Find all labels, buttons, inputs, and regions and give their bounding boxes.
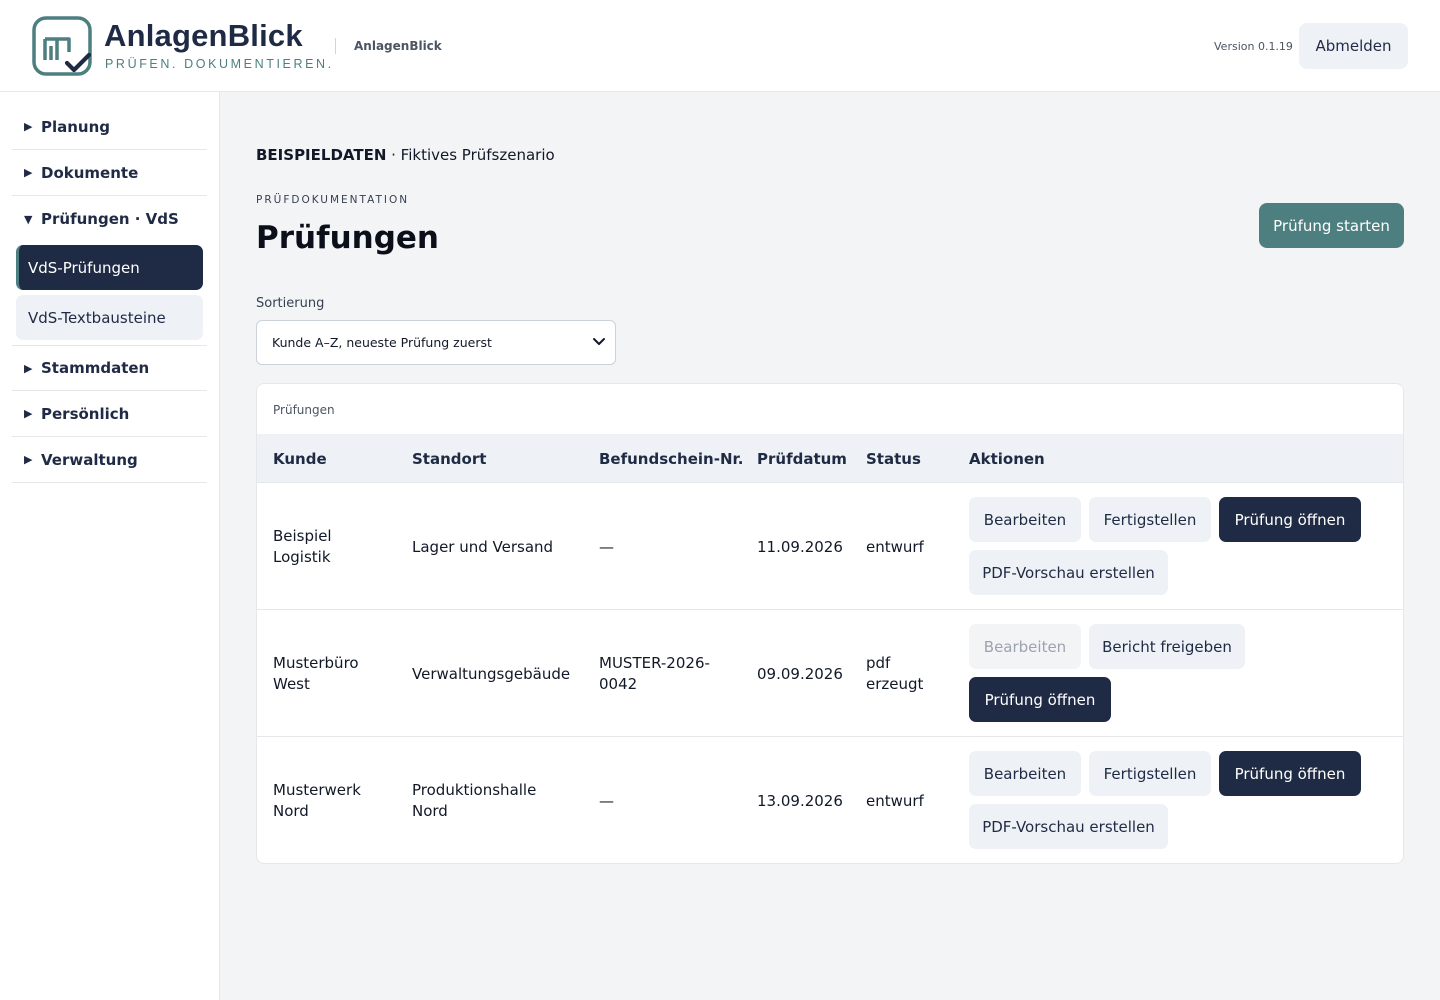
sidebar-group-label: Stammdaten <box>41 359 150 377</box>
sidebar-group-planung[interactable]: ▶ Planung <box>12 104 207 150</box>
column-header-standort: Standort <box>412 450 487 468</box>
sort-select[interactable]: Kunde A–Z, neueste Prüfung zuerst <box>256 320 616 365</box>
table-row: Musterbüro West Verwaltungsgebäude MUSTE… <box>257 610 1403 737</box>
column-header-aktionen: Aktionen <box>969 450 1045 468</box>
cell-kunde: Musterbüro West <box>273 654 359 693</box>
header-app-name: AnlagenBlick <box>354 39 442 53</box>
cell-pruefdatum: 11.09.2026 <box>757 538 843 556</box>
sidebar-group-label: Persönlich <box>41 404 130 423</box>
sidebar-group-pruefungen[interactable]: ▼ Prüfungen · VdS <box>12 196 207 242</box>
header-divider <box>335 38 336 54</box>
edit-button[interactable]: Bearbeiten <box>969 751 1081 796</box>
chevron-down-icon <box>593 338 605 345</box>
finalize-button[interactable]: Fertigstellen <box>1089 751 1211 796</box>
cell-standort: Lager und Versand <box>412 538 554 556</box>
caret-right-icon: ▶ <box>24 120 33 133</box>
cell-befundschein: MUSTER-2026-0042 <box>599 654 710 693</box>
cell-standort: Produktionshalle Nord <box>412 781 537 820</box>
caret-right-icon: ▶ <box>24 407 33 420</box>
sidebar-group-label: Planung <box>41 117 111 136</box>
table-row: Musterwerk Nord Produktionshalle Nord — … <box>257 737 1403 863</box>
demo-data-notice: BEISPIELDATEN · Fiktives Prüfszenario <box>256 146 555 164</box>
demo-badge: BEISPIELDATEN <box>256 146 387 164</box>
app-header: AnlagenBlick PRÜFEN. DOKUMENTIEREN. Anla… <box>0 0 1440 92</box>
cell-status: entwurf <box>866 792 924 810</box>
page-eyebrow: PRÜFDOKUMENTATION <box>256 194 410 206</box>
start-inspection-button[interactable]: Prüfung starten <box>1259 203 1404 248</box>
column-header-befundschein: Befundschein-Nr. <box>599 450 744 468</box>
cell-status: pdf erzeugt <box>866 654 924 693</box>
finalize-button[interactable]: Fertigstellen <box>1089 497 1211 542</box>
table-header: Kunde Standort Befundschein-Nr. Prüfdatu… <box>257 434 1403 483</box>
cell-befundschein: — <box>599 538 614 556</box>
sidebar-group-dokumente[interactable]: ▶ Dokumente <box>12 150 207 196</box>
sidebar-group-verwaltung[interactable]: ▶ Verwaltung <box>12 437 207 483</box>
cell-kunde: Beispiel Logistik <box>273 527 332 566</box>
logo-mark-icon <box>32 16 92 76</box>
column-header-kunde: Kunde <box>273 450 327 468</box>
inspections-table-card: Prüfungen Kunde Standort Befundschein-Nr… <box>256 383 1404 864</box>
caret-right-icon: ▶ <box>24 166 33 179</box>
open-inspection-button[interactable]: Prüfung öffnen <box>969 677 1111 722</box>
page-title: Prüfungen <box>256 220 439 256</box>
sidebar-item-vds-textbausteine[interactable]: VdS-Textbausteine <box>16 295 203 340</box>
cell-pruefdatum: 13.09.2026 <box>757 792 843 810</box>
demo-text: · Fiktives Prüfszenario <box>386 146 555 164</box>
sort-label: Sortierung <box>256 296 325 311</box>
table-caption: Prüfungen <box>273 403 335 417</box>
version-label: Version 0.1.19 <box>1214 40 1293 53</box>
cell-status: entwurf <box>866 538 924 556</box>
cell-befundschein: — <box>599 792 614 810</box>
approve-report-button[interactable]: Bericht freigeben <box>1089 624 1245 669</box>
cell-pruefdatum: 09.09.2026 <box>757 665 843 683</box>
logout-button[interactable]: Abmelden <box>1299 23 1408 69</box>
sidebar-group-label: Prüfungen · VdS <box>41 210 179 228</box>
open-inspection-button[interactable]: Prüfung öffnen <box>1219 497 1361 542</box>
column-header-status: Status <box>866 450 921 468</box>
sort-selected-value: Kunde A–Z, neueste Prüfung zuerst <box>272 335 492 350</box>
brand-tagline: PRÜFEN. DOKUMENTIEREN. <box>105 57 334 71</box>
table-row: Beispiel Logistik Lager und Versand — 11… <box>257 483 1403 610</box>
open-inspection-button[interactable]: Prüfung öffnen <box>1219 751 1361 796</box>
cell-kunde: Musterwerk Nord <box>273 781 361 820</box>
caret-right-icon: ▶ <box>24 361 33 375</box>
sidebar-group-label: Verwaltung <box>41 450 138 469</box>
pdf-preview-button[interactable]: PDF-Vorschau erstellen <box>969 550 1168 595</box>
cell-standort: Verwaltungsgebäude <box>412 665 571 683</box>
caret-right-icon: ▶ <box>24 453 33 466</box>
column-header-pruefdatum: Prüfdatum <box>757 450 847 468</box>
sidebar-group-stammdaten[interactable]: ▶ Stammdaten <box>12 345 207 391</box>
sidebar-group-persoenlich[interactable]: ▶ Persönlich <box>12 391 207 437</box>
edit-button[interactable]: Bearbeiten <box>969 497 1081 542</box>
sidebar: ▶ Planung ▶ Dokumente ▼ Prüfungen · VdS … <box>0 92 220 1000</box>
sidebar-group-label: Dokumente <box>41 163 139 182</box>
brand-logo[interactable]: AnlagenBlick PRÜFEN. DOKUMENTIEREN. <box>32 14 331 76</box>
pdf-preview-button[interactable]: PDF-Vorschau erstellen <box>969 804 1168 849</box>
sidebar-item-vds-pruefungen[interactable]: VdS-Prüfungen <box>16 245 203 290</box>
caret-down-icon: ▼ <box>24 212 33 226</box>
edit-button-disabled: Bearbeiten <box>969 624 1081 669</box>
brand-title: AnlagenBlick <box>104 18 303 53</box>
